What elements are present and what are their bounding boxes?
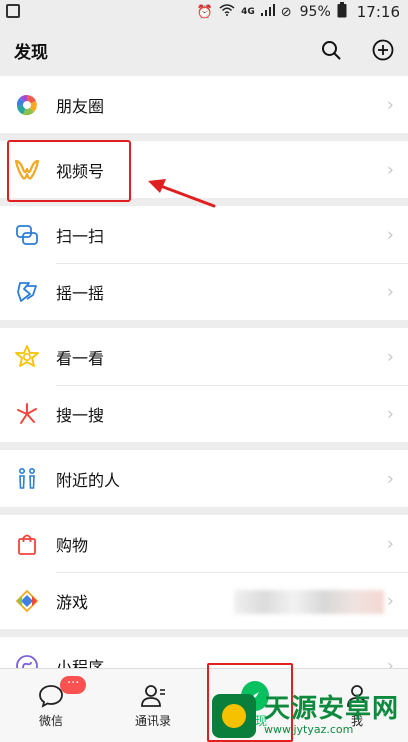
watermark-url: www.jytyaz.com xyxy=(264,723,354,736)
channels-highlight-box xyxy=(7,140,131,202)
chevron-right-icon: › xyxy=(386,590,394,611)
group-scan-shake: 扫一扫 › 摇一摇 › xyxy=(0,206,408,320)
list-item-label: 摇一摇 xyxy=(56,283,105,303)
shake-icon xyxy=(14,279,40,305)
chevron-right-icon: › xyxy=(386,533,394,554)
group-moments: 朋友圈 › xyxy=(0,76,408,133)
games-icon xyxy=(14,588,40,614)
list-item-label: 附近的人 xyxy=(56,470,121,490)
chevron-right-icon: › xyxy=(386,468,394,489)
clock: 17:16 xyxy=(356,3,400,21)
group-nearby: 附近的人 › xyxy=(0,450,408,507)
chevron-right-icon: › xyxy=(386,159,394,180)
scan-icon xyxy=(14,222,40,248)
pointer-arrow-icon xyxy=(148,179,216,208)
list-item-label: 游戏 xyxy=(56,592,89,612)
signal-icon xyxy=(260,4,275,20)
image-notification-icon xyxy=(6,4,20,18)
watermark-title: 天源安卓网 xyxy=(264,694,400,724)
moments-icon xyxy=(14,92,40,118)
wifi-icon xyxy=(219,4,235,20)
list-item-people-nearby[interactable]: 附近的人 › xyxy=(0,450,408,507)
list-item-top-stories[interactable]: 看一看 › xyxy=(0,328,408,385)
alarm-icon: ⏰ xyxy=(196,4,214,20)
chevron-right-icon: › xyxy=(386,224,394,245)
watermark-logo-icon xyxy=(212,694,256,738)
tab-contacts[interactable]: 通讯录 xyxy=(102,669,204,742)
tab-label: 通讯录 xyxy=(134,714,171,728)
list-item-label: 朋友圈 xyxy=(56,96,105,116)
page-title: 发现 xyxy=(14,42,48,63)
chevron-right-icon: › xyxy=(386,403,394,424)
network-label: 4G xyxy=(241,7,255,17)
battery-percentage: 95% xyxy=(299,4,331,20)
contacts-icon xyxy=(139,682,167,710)
list-item-scan[interactable]: 扫一扫 › xyxy=(0,206,408,263)
list-item-games[interactable]: 游戏 › xyxy=(0,572,408,629)
chevron-right-icon: › xyxy=(386,94,394,115)
list-item-shopping[interactable]: 购物 › xyxy=(0,515,408,572)
status-bar: ⏰ 4G ⊘ 95% 17:16 xyxy=(0,0,408,24)
add-icon[interactable] xyxy=(372,39,394,61)
group-top-search: 看一看 › 搜一搜 › xyxy=(0,328,408,442)
list-item-label: 看一看 xyxy=(56,348,105,368)
chevron-right-icon: › xyxy=(386,281,394,302)
tab-label: 微信 xyxy=(38,714,63,728)
do-not-disturb-icon: ⊘ xyxy=(280,4,292,20)
list-item-shake[interactable]: 摇一摇 › xyxy=(0,263,408,320)
discover-header: 发现 xyxy=(0,24,408,76)
status-icons: ⏰ 4G ⊘ 95% 17:16 xyxy=(197,2,400,22)
search-star-icon xyxy=(14,401,40,427)
unread-badge: ··· xyxy=(60,676,87,694)
list-item-search[interactable]: 搜一搜 › xyxy=(0,385,408,442)
list-item-moments[interactable]: 朋友圈 › xyxy=(0,76,408,133)
list-item-label: 扫一扫 xyxy=(56,226,105,246)
site-watermark: 天源安卓网 www.jytyaz.com xyxy=(212,690,408,742)
search-icon[interactable] xyxy=(320,39,342,61)
top-stories-icon xyxy=(14,344,40,370)
blurred-promo xyxy=(234,590,384,614)
tab-chats[interactable]: ··· 微信 xyxy=(0,669,102,742)
chevron-right-icon: › xyxy=(386,346,394,367)
group-shop-games: 购物 › 游戏 › xyxy=(0,515,408,629)
list-item-label: 搜一搜 xyxy=(56,405,105,425)
people-nearby-icon xyxy=(14,466,40,492)
list-item-label: 购物 xyxy=(56,535,89,555)
shopping-bag-icon xyxy=(14,531,40,557)
battery-icon xyxy=(337,2,347,22)
